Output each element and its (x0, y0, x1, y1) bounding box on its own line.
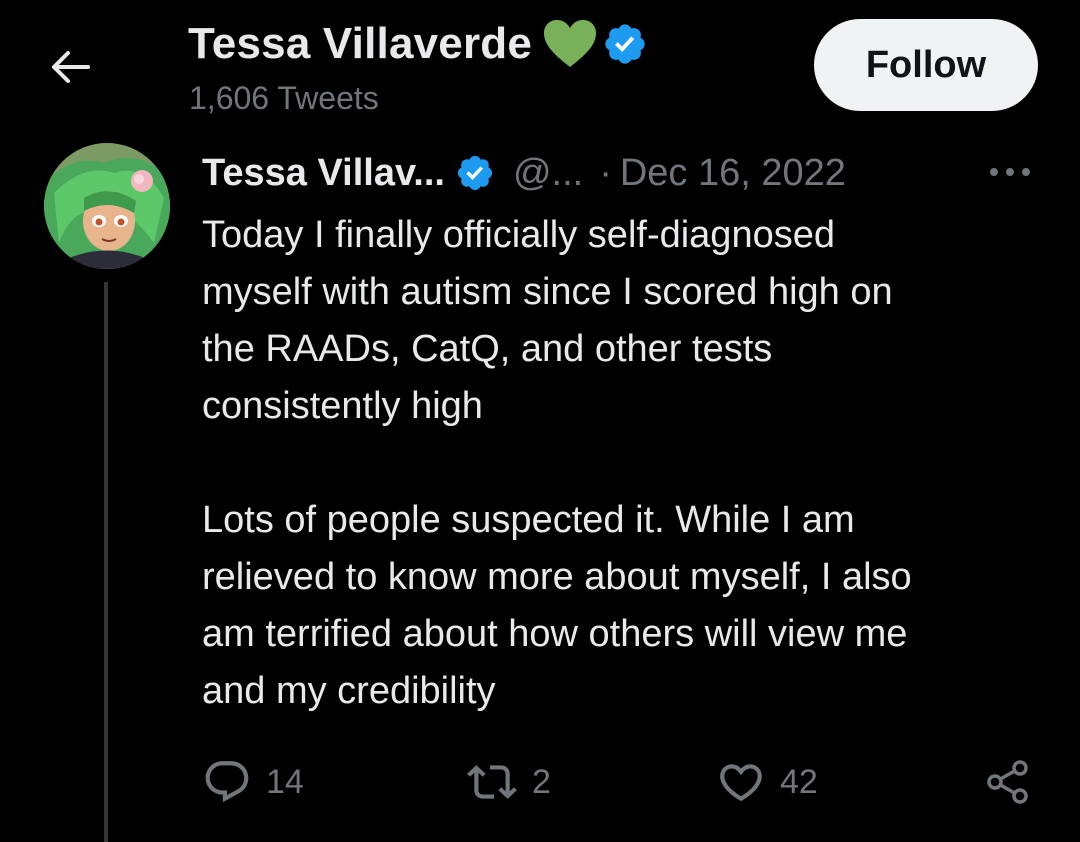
tweet-paragraph: Today I finally officially self-diagnose… (202, 214, 893, 427)
tweet-text: Today I finally officially self-diagnose… (202, 207, 1052, 720)
header-display-name: Tessa Villaverde (188, 19, 533, 68)
like-button[interactable]: 42 (716, 752, 818, 812)
tweet-count: 1,606 Tweets (189, 80, 379, 116)
retweet-button[interactable]: 2 (466, 752, 551, 812)
tweet-date[interactable]: Dec 16, 2022 (620, 152, 846, 195)
back-arrow-icon (52, 51, 90, 83)
reply-count: 14 (266, 762, 304, 801)
header-title-row: Tessa Villaverde (188, 18, 648, 70)
avatar[interactable] (44, 143, 170, 269)
retweet-icon (467, 765, 517, 799)
heart-icon (720, 764, 762, 802)
tweet-paragraph: Lots of people suspected it. While I am … (202, 499, 912, 712)
like-count: 42 (780, 762, 818, 801)
follow-button[interactable]: Follow (814, 19, 1038, 111)
back-button[interactable] (40, 40, 100, 94)
tweet-meta: Tessa Villav... @... · Dec 16, 2022 (202, 146, 846, 200)
more-options-button[interactable] (985, 150, 1035, 194)
meta-separator: · (599, 151, 612, 194)
author-handle[interactable]: @... (513, 152, 583, 195)
more-dots-icon (990, 168, 1030, 176)
share-icon (987, 760, 1028, 804)
author-name[interactable]: Tessa Villav... (202, 152, 445, 195)
verified-badge-icon (457, 155, 493, 191)
reply-button[interactable]: 14 (202, 752, 304, 812)
reply-icon (205, 761, 249, 803)
tweet-actions: 14 2 42 (0, 752, 1080, 812)
retweet-count: 2 (532, 762, 551, 801)
verified-badge-icon (605, 24, 645, 64)
avatar-image (44, 143, 170, 269)
profile-header: Tessa Villaverde 1,606 Tweets Follow (0, 0, 1080, 130)
share-button[interactable] (984, 752, 1032, 812)
green-heart-icon (544, 20, 597, 67)
